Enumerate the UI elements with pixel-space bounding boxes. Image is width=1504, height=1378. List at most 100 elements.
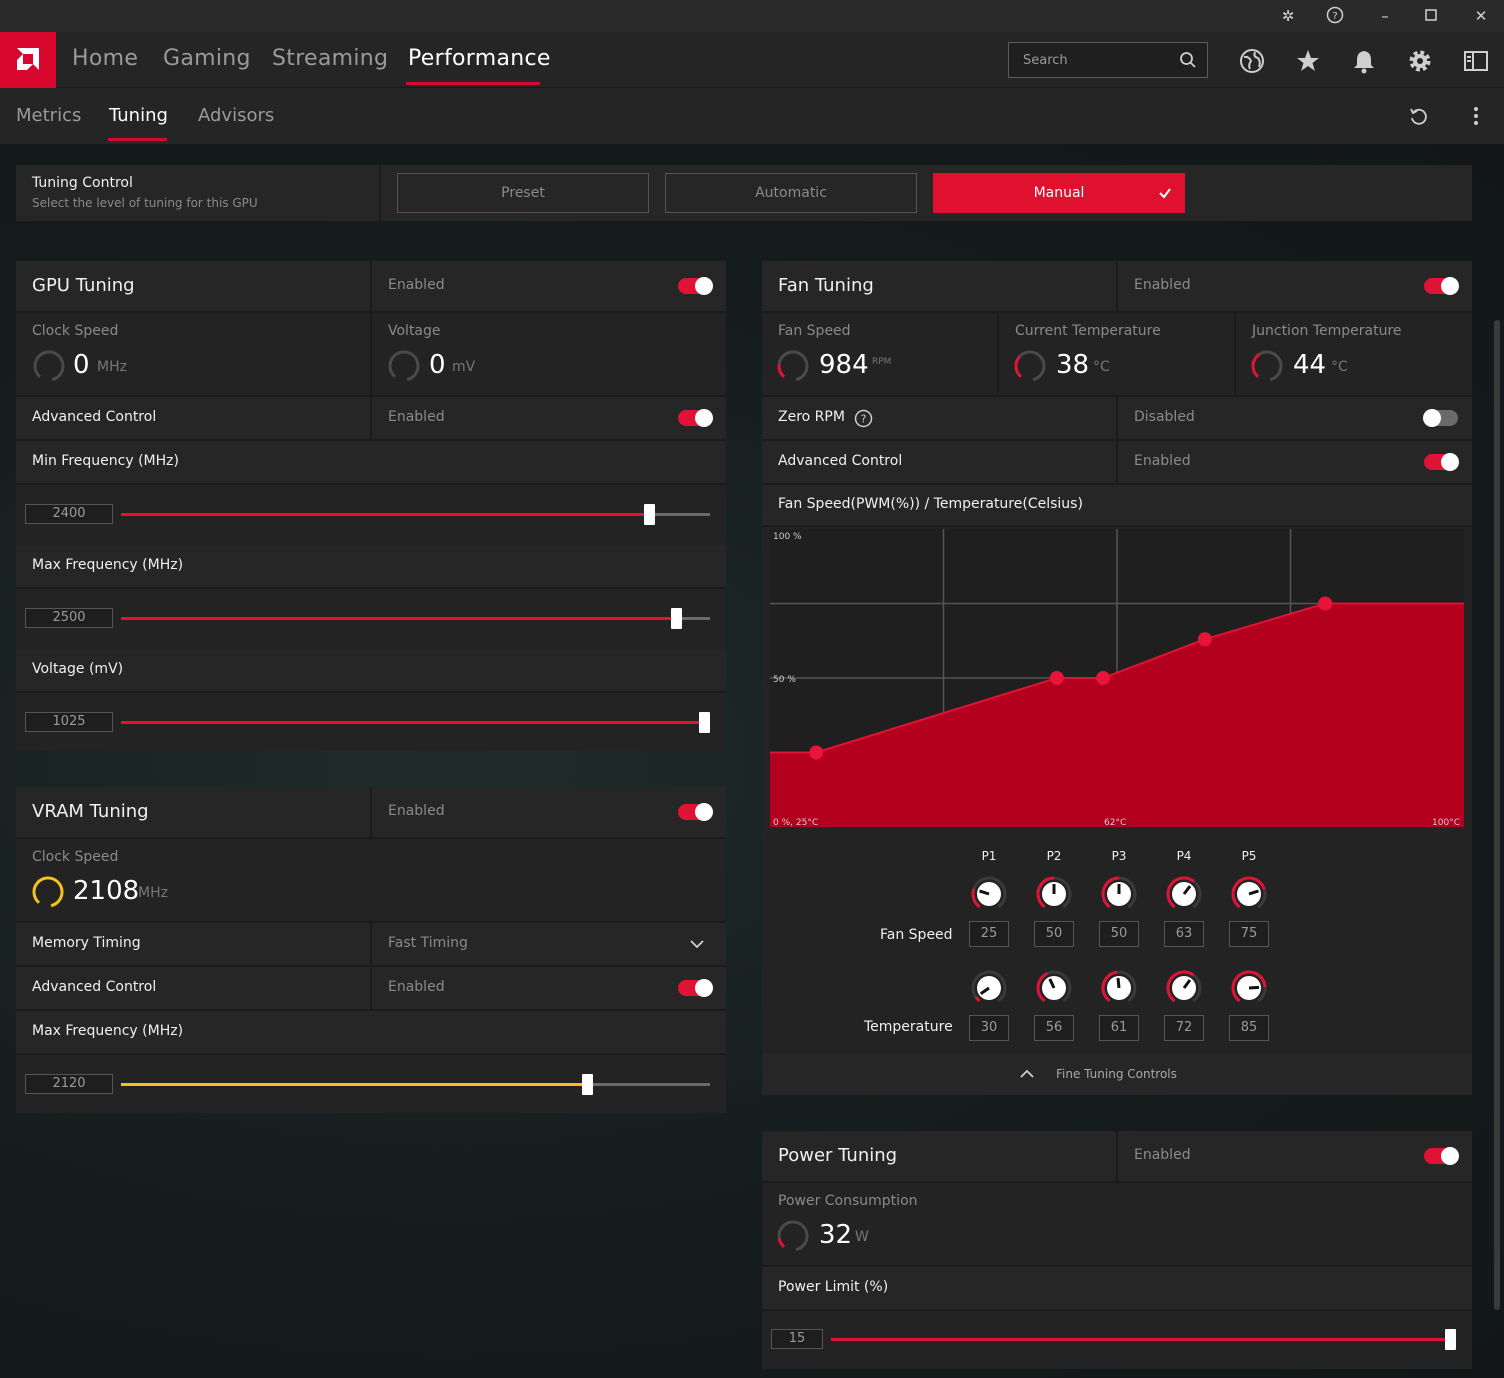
star-icon[interactable]: [1295, 48, 1321, 74]
active-tab-indicator: [406, 82, 540, 85]
temperature-input-p1[interactable]: 30: [969, 1015, 1009, 1041]
vram-advanced-control-status: Enabled: [388, 979, 445, 995]
fan-speed-dial-p2[interactable]: [1035, 875, 1073, 913]
max-frequency-input[interactable]: 2500: [25, 608, 113, 628]
bell-icon[interactable]: [1351, 48, 1377, 74]
temperature-input-p4[interactable]: 72: [1164, 1015, 1204, 1041]
fan-speed-input-p2[interactable]: 50: [1034, 921, 1074, 947]
minimize-icon[interactable]: –: [1375, 6, 1395, 26]
point-label-p4: P4: [1176, 849, 1192, 863]
fan-curve-point-p2[interactable]: [1049, 671, 1064, 685]
fan-speed-dial-p3[interactable]: [1100, 875, 1138, 913]
bug-report-icon[interactable]: ✲: [1278, 6, 1298, 26]
help-icon[interactable]: ?: [854, 409, 873, 428]
search-placeholder: Search: [1023, 53, 1068, 68]
fan-speed-dial-p5[interactable]: [1230, 875, 1268, 913]
vram-max-frequency-slider[interactable]: [121, 1074, 710, 1095]
fan-curve-point-p3[interactable]: [1096, 671, 1111, 685]
voltage-input[interactable]: 1025: [25, 712, 113, 732]
min-frequency-input[interactable]: 2400: [25, 504, 113, 524]
gpu-advanced-control-toggle[interactable]: [678, 409, 713, 427]
tab-performance[interactable]: Performance: [408, 46, 551, 71]
slider-thumb[interactable]: [671, 608, 682, 629]
maximize-icon[interactable]: [1421, 6, 1441, 26]
temperature-dial-p5[interactable]: [1230, 969, 1268, 1007]
power-tuning-title: Power Tuning: [778, 1145, 898, 1166]
zero-rpm-toggle[interactable]: [1423, 409, 1458, 427]
temperature-input-p5[interactable]: 85: [1229, 1015, 1269, 1041]
temperature-dial-p1[interactable]: [970, 969, 1008, 1007]
search-input[interactable]: Search: [1008, 42, 1208, 78]
fan-speed-input-p4[interactable]: 63: [1164, 921, 1204, 947]
slider-fill: [831, 1338, 1450, 1341]
fan-speed-value: 984: [819, 350, 869, 380]
temperature-dial-p2[interactable]: [1035, 969, 1073, 1007]
automatic-button[interactable]: Automatic: [665, 173, 917, 213]
amd-logo[interactable]: [0, 32, 56, 88]
chevron-up-icon[interactable]: [1020, 1069, 1034, 1079]
manual-button[interactable]: Manual: [933, 173, 1185, 213]
max-frequency-slider[interactable]: [121, 608, 710, 629]
vram-advanced-control-toggle[interactable]: [678, 979, 713, 997]
vram-tuning-toggle[interactable]: [678, 803, 713, 821]
vram-tuning-status: Enabled: [388, 803, 445, 819]
fan-curve-point-p1[interactable]: [809, 745, 824, 760]
fan-curve-point-p4[interactable]: [1197, 632, 1212, 647]
power-limit-input[interactable]: 15: [771, 1329, 823, 1349]
slider-fill: [121, 513, 649, 516]
gpu-tuning-toggle[interactable]: [678, 277, 713, 295]
gear-icon[interactable]: [1407, 48, 1433, 74]
fan-advanced-control-label: Advanced Control: [778, 453, 903, 469]
tab-metrics[interactable]: Metrics: [16, 105, 81, 126]
slider-thumb[interactable]: [699, 712, 710, 733]
slider-thumb[interactable]: [1445, 1329, 1456, 1350]
sub-nav: Metrics Tuning Advisors: [0, 88, 1504, 144]
chevron-down-icon[interactable]: [690, 939, 704, 949]
vram-max-frequency-header: Max Frequency (MHz): [16, 1011, 726, 1055]
voltage-gauge-icon: [388, 350, 420, 382]
fan-tuning-toggle[interactable]: [1424, 277, 1459, 295]
fine-tuning-label[interactable]: Fine Tuning Controls: [1056, 1067, 1177, 1081]
fan-speed-input-p1[interactable]: 25: [969, 921, 1009, 947]
fan-speed-dial-p1[interactable]: [970, 875, 1008, 913]
close-icon[interactable]: ✕: [1471, 6, 1491, 26]
tab-gaming[interactable]: Gaming: [163, 46, 251, 71]
temperature-row-label: Temperature: [864, 1019, 953, 1035]
tab-home[interactable]: Home: [72, 46, 138, 71]
zero-rpm-status: Disabled: [1134, 409, 1195, 425]
fine-tuning-row[interactable]: Fine Tuning Controls: [762, 1053, 1472, 1095]
power-tuning-toggle[interactable]: [1424, 1147, 1459, 1165]
fan-curve-point-p5[interactable]: [1318, 596, 1333, 611]
sidebar-toggle-icon[interactable]: [1463, 48, 1489, 74]
temperature-dial-p4[interactable]: [1165, 969, 1203, 1007]
tab-streaming[interactable]: Streaming: [272, 46, 388, 71]
voltage-slider[interactable]: [121, 712, 710, 733]
more-options-icon[interactable]: [1467, 105, 1485, 127]
vram-max-frequency-input[interactable]: 2120: [25, 1074, 113, 1094]
tab-advisors[interactable]: Advisors: [198, 105, 274, 126]
globe-icon[interactable]: [1239, 48, 1265, 74]
scrollbar[interactable]: [1494, 320, 1500, 1310]
help-icon[interactable]: ?: [1325, 6, 1345, 26]
fan-curve-chart[interactable]: 100 % 50 % 0 %, 25°C 62°C 100°C: [770, 529, 1464, 827]
temperature-input-p3[interactable]: 61: [1099, 1015, 1139, 1041]
temperature-input-p2[interactable]: 56: [1034, 1015, 1074, 1041]
fan-speed-dial-p4[interactable]: [1165, 875, 1203, 913]
slider-thumb[interactable]: [582, 1074, 593, 1095]
slider-thumb[interactable]: [644, 504, 655, 525]
junction-temperature-label: Junction Temperature: [1252, 323, 1402, 339]
memory-timing-dropdown[interactable]: Fast Timing: [388, 935, 468, 951]
voltage-unit: mV: [452, 359, 476, 375]
reset-icon[interactable]: [1408, 105, 1430, 127]
fan-advanced-control-toggle[interactable]: [1424, 453, 1459, 471]
vram-advanced-control-label: Advanced Control: [32, 979, 157, 995]
vram-tuning-header: VRAM Tuning Enabled: [16, 787, 726, 839]
fan-speed-input-p3[interactable]: 50: [1099, 921, 1139, 947]
tab-tuning[interactable]: Tuning: [109, 105, 168, 126]
power-tuning-status: Enabled: [1134, 1147, 1191, 1163]
min-frequency-slider[interactable]: [121, 504, 710, 525]
preset-button[interactable]: Preset: [397, 173, 649, 213]
temperature-dial-p3[interactable]: [1100, 969, 1138, 1007]
power-limit-slider[interactable]: [831, 1329, 1456, 1350]
fan-speed-input-p5[interactable]: 75: [1229, 921, 1269, 947]
